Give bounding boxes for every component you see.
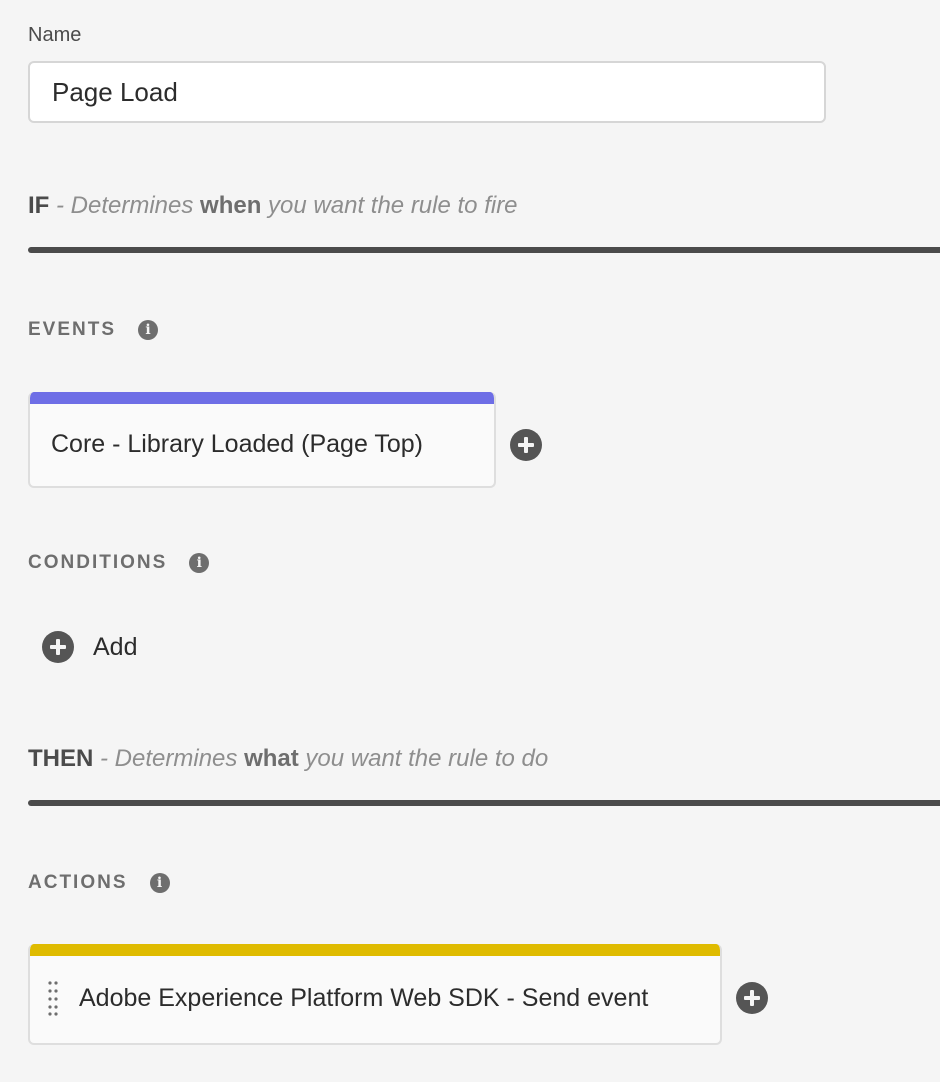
plus-icon: [744, 990, 760, 1006]
if-divider: [28, 247, 940, 253]
event-card-accent-bar: [30, 392, 494, 404]
plus-icon: [50, 639, 66, 655]
add-action-button[interactable]: [736, 982, 768, 1014]
conditions-label-text: CONDITIONS: [28, 552, 168, 573]
action-card-label: Adobe Experience Platform Web SDK - Send…: [79, 984, 649, 1012]
if-desc-prefix: - Determines: [56, 192, 201, 219]
events-label-text: EVENTS: [28, 319, 117, 340]
event-card-label: Core - Library Loaded (Page Top): [51, 430, 423, 458]
name-label: Name: [28, 24, 82, 46]
info-icon[interactable]: i: [149, 873, 170, 893]
if-keyword: IF: [28, 192, 50, 219]
add-condition-label: Add: [93, 632, 138, 661]
then-desc-prefix: - Determines: [100, 745, 245, 772]
info-icon[interactable]: i: [138, 320, 159, 340]
add-event-button[interactable]: [510, 429, 542, 461]
info-icon[interactable]: i: [189, 553, 210, 573]
then-divider: [28, 800, 940, 806]
drag-handle-icon[interactable]: [48, 980, 58, 1016]
add-condition-button[interactable]: Add: [42, 631, 137, 663]
if-desc-suffix: you want the rule to fire: [261, 192, 518, 219]
plus-circle-icon: [42, 631, 74, 663]
action-card[interactable]: Adobe Experience Platform Web SDK - Send…: [28, 944, 722, 1045]
if-desc-strong: when: [200, 192, 262, 219]
then-section-heading: THEN - Determines what you want the rule…: [28, 745, 548, 773]
if-section-heading: IF - Determines when you want the rule t…: [28, 192, 518, 220]
then-desc-suffix: you want the rule to do: [298, 745, 549, 772]
plus-icon: [518, 437, 534, 453]
action-card-accent-bar: [30, 944, 720, 956]
then-keyword: THEN: [28, 745, 94, 772]
name-input[interactable]: [28, 61, 826, 123]
conditions-label: CONDITIONS i: [28, 552, 210, 574]
actions-label-text: ACTIONS: [28, 872, 128, 893]
events-label: EVENTS i: [28, 319, 159, 341]
actions-label: ACTIONS i: [28, 872, 170, 894]
event-card[interactable]: Core - Library Loaded (Page Top): [28, 392, 496, 488]
then-desc-strong: what: [244, 745, 299, 772]
